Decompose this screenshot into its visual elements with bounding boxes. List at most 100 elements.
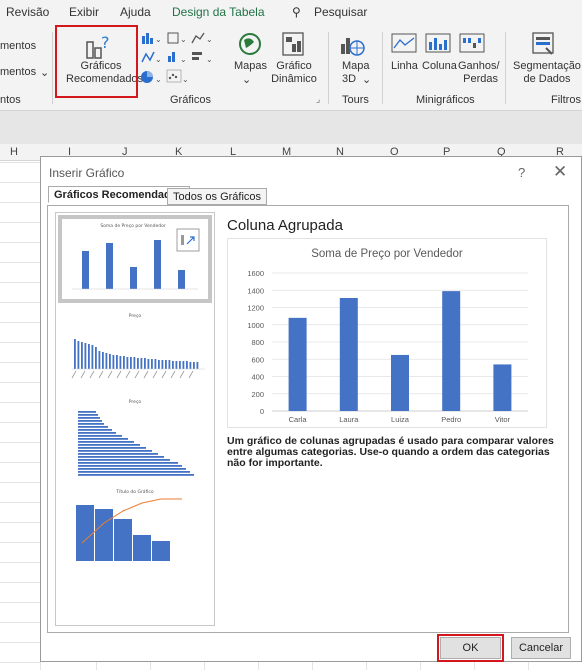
sparkline-line[interactable]: Linha	[391, 60, 418, 72]
chart-description: Um gráfico de colunas agrupadas é usado …	[227, 435, 554, 469]
sparkline-icons[interactable]	[390, 32, 500, 56]
pivot-chart-label[interactable]: Gráfico Dinâmico	[264, 60, 324, 86]
thumb-bar	[81, 342, 83, 369]
y-tick-label: 800	[251, 338, 264, 347]
thumb-bar	[78, 426, 108, 428]
grid-line	[0, 562, 40, 563]
thumb-label-stub	[89, 370, 95, 379]
thumb-bar	[154, 359, 157, 369]
svg-text:⌄: ⌄	[182, 75, 189, 84]
y-tick-label: 1000	[247, 321, 264, 330]
thumb-label-stub	[134, 370, 140, 379]
tab-exibir[interactable]: Exibir	[69, 5, 99, 19]
y-tick-label: 1400	[247, 286, 264, 295]
tab-revisao[interactable]: Revisão	[6, 5, 49, 19]
sparklines-group-label: Minigráficos	[416, 94, 475, 106]
ribbon-partial-1[interactable]: mentos	[0, 40, 36, 52]
thumb-bar	[102, 352, 104, 369]
chart-y-axis: 0 200 400 600 800 1000 1200 1400 1600	[247, 269, 264, 416]
grid-line	[0, 542, 40, 543]
chart-title: Soma de Preço por Vendedor	[311, 248, 463, 260]
tab-all-charts[interactable]: Todos os Gráficos	[167, 188, 268, 205]
thumb-bar	[105, 353, 108, 369]
map3d-icon[interactable]	[338, 30, 366, 58]
thumb-bar	[137, 358, 139, 369]
formula-bar-area	[0, 111, 582, 144]
tours-group-label: Tours	[342, 94, 369, 106]
recommended-charts-list[interactable]: Soma de Preço por Vendedor Preço Preço T…	[55, 212, 215, 626]
thumbnail-clustered-column[interactable]: Soma de Preço por Vendedor	[58, 215, 212, 303]
close-icon[interactable]: ✕	[553, 162, 567, 182]
chart-preview: Soma de Preço por Vendedor 0 200 400 600 800…	[227, 238, 547, 428]
x-tick-label: Pedro	[441, 415, 461, 424]
clustered-column-chart: Soma de Preço por Vendedor 0 200 400 600 800…	[247, 248, 528, 424]
ribbon-partial-group: ntos	[0, 94, 21, 106]
search-label[interactable]: Pesquisar	[314, 5, 367, 19]
chart-type-icons[interactable]: ⌄ ⌄ ⌄ ⌄ ⌄ ⌄ ⌄ ⌄	[140, 30, 230, 86]
thumb-bar	[78, 420, 102, 422]
thumb-bar	[151, 359, 153, 369]
grid-line	[0, 402, 40, 403]
y-tick-label: 1200	[247, 304, 264, 313]
thumb-bar	[78, 462, 178, 464]
help-icon[interactable]: ?	[518, 165, 525, 180]
slicer-label[interactable]: Segmentação de Dados	[512, 60, 582, 86]
thumb-label-stub	[98, 370, 104, 379]
thumb-bar	[88, 344, 90, 369]
thumbnail-1-title: Soma de Preço por Vendedor	[100, 223, 166, 229]
chart-x-axis: Carla Laura Luiza Pedro Vitor	[289, 415, 511, 424]
tab-ajuda[interactable]: Ajuda	[120, 5, 151, 19]
globe-icon[interactable]	[236, 30, 264, 58]
thumb-label-stub	[179, 370, 185, 379]
thumb-bar	[175, 361, 178, 369]
x-tick-label: Carla	[289, 415, 308, 424]
thumb-bar	[78, 456, 164, 458]
thumb-bar	[123, 356, 125, 369]
ribbon-partial-2[interactable]: mentos	[0, 66, 36, 78]
grid-line	[0, 162, 40, 163]
maps-label[interactable]: Mapas	[234, 60, 267, 72]
dialog-title: Inserir Gráfico	[49, 166, 125, 180]
grid-line	[0, 522, 40, 523]
svg-text:⌄: ⌄	[155, 75, 162, 84]
thumb-bar	[98, 351, 101, 369]
thumbnail-bar-horizontal[interactable]: Preço	[60, 397, 210, 483]
grid-line	[0, 262, 40, 263]
thumb-bar	[147, 359, 150, 369]
sparkline-winloss[interactable]: Ganhos/ Perdas	[458, 60, 500, 86]
filters-group-label: Filtros	[551, 94, 581, 106]
thumb-label-stub	[107, 370, 113, 379]
thumbnail-2-title: Preço	[129, 313, 142, 319]
thumb-bar	[84, 343, 87, 369]
tab-design-tabela[interactable]: Design da Tabela	[172, 5, 265, 19]
column-header[interactable]: H	[10, 146, 18, 160]
chevron-down-icon: ⌄	[362, 74, 372, 86]
y-tick-label: 600	[251, 355, 264, 364]
search-icon[interactable]: ⚲	[292, 5, 301, 19]
thumb-bar	[165, 360, 167, 369]
thumbnail-column-many[interactable]: Preço	[60, 311, 210, 391]
thumbnail-3-title: Preço	[129, 399, 142, 405]
thumb-bar	[158, 360, 160, 369]
bar-carla	[288, 317, 307, 411]
thumb-bar	[193, 362, 195, 369]
pivot-chart-icon[interactable]	[280, 30, 308, 58]
thumbnail-pareto[interactable]: Título do Gráfico	[60, 487, 210, 577]
slicer-icon[interactable]	[530, 30, 558, 58]
thumb-bar	[119, 356, 122, 369]
thumb-bar	[78, 450, 152, 452]
chart-type-title: Coluna Agrupada	[227, 217, 343, 234]
grid-line	[0, 342, 40, 343]
sparkline-column[interactable]: Coluna	[422, 60, 457, 72]
thumb-bar	[133, 357, 136, 369]
thumb-bar	[172, 361, 174, 369]
cancel-button[interactable]: Cancelar	[511, 637, 571, 659]
thumb-bar	[78, 438, 128, 440]
thumb-bar	[78, 459, 170, 461]
dialog-launcher-icon[interactable]: ⌟	[316, 94, 320, 105]
thumb-bar	[144, 358, 146, 369]
svg-text:⌄: ⌄	[155, 35, 162, 44]
svg-text:⌄: ⌄	[206, 35, 213, 44]
thumb-bar	[168, 360, 171, 369]
bar-luiza	[391, 354, 409, 411]
